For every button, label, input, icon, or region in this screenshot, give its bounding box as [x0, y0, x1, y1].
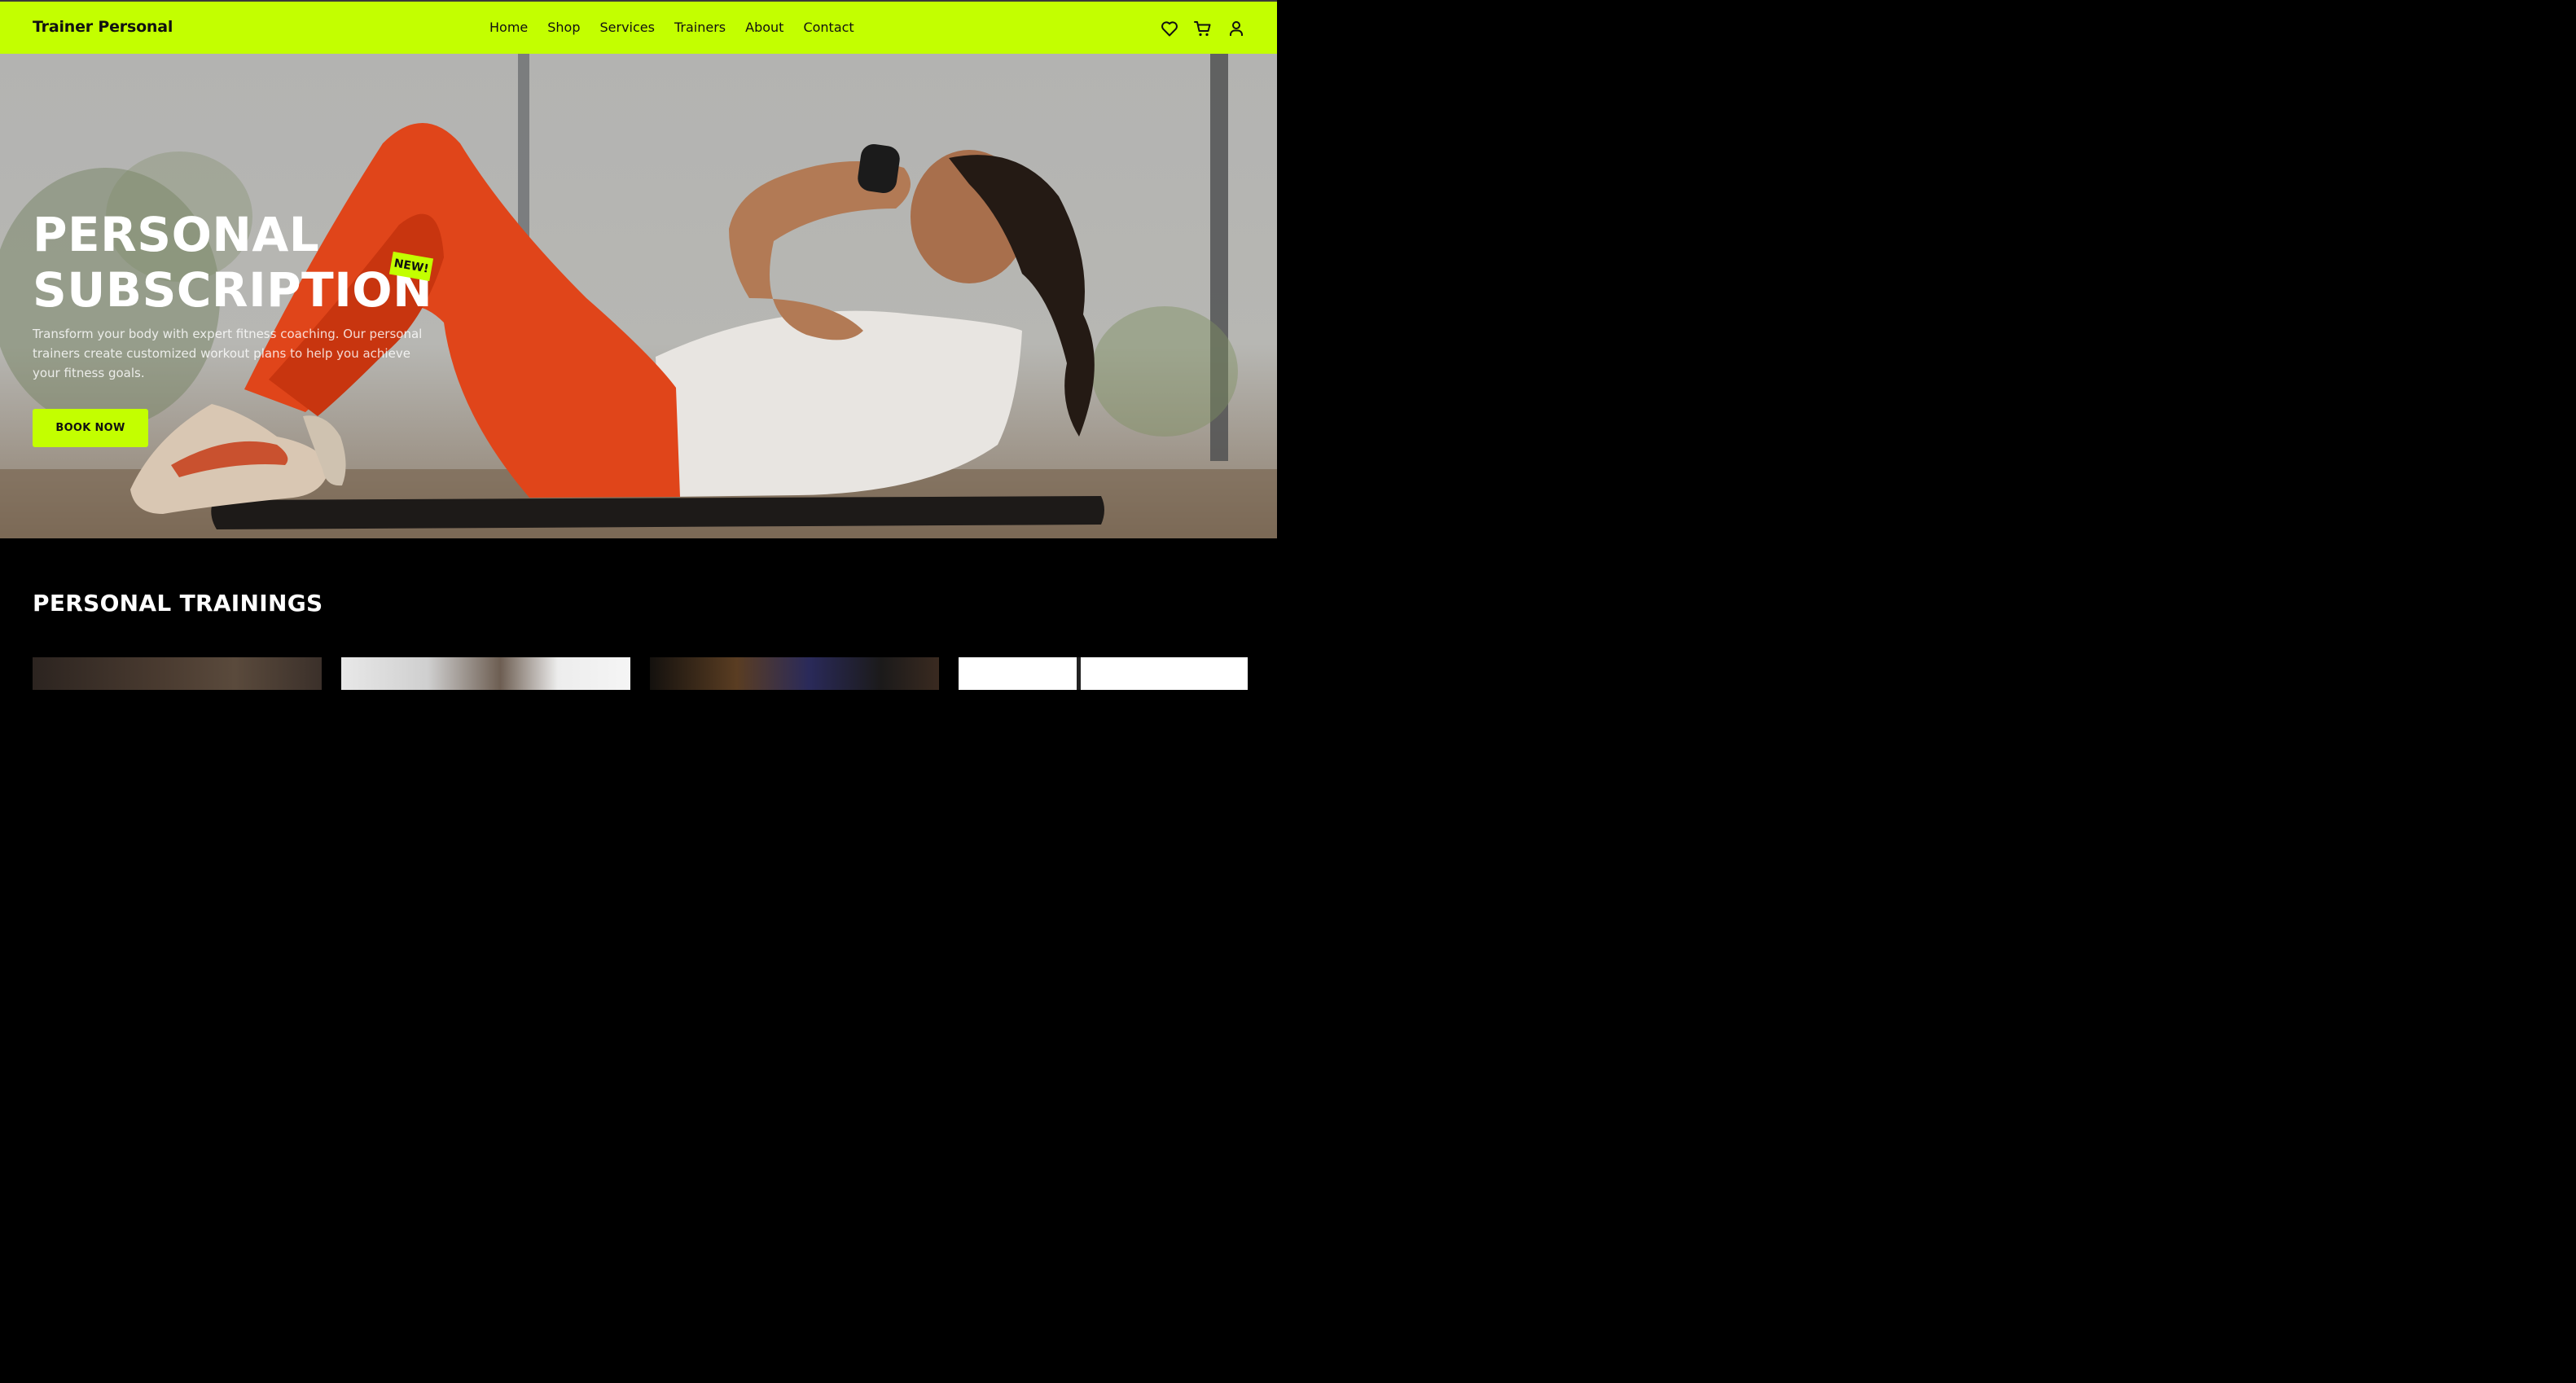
trainings-grid	[33, 657, 1248, 690]
training-card-image[interactable]	[33, 657, 322, 690]
nav-about[interactable]: About	[745, 20, 783, 35]
hero-description: Transform your body with expert fitness …	[33, 327, 423, 380]
nav-contact[interactable]: Contact	[803, 20, 854, 35]
hero-title-line2: SUBSCRIPTION	[33, 262, 433, 318]
header-actions	[1160, 18, 1246, 39]
site-header: Trainer Personal Home Shop Services Trai…	[0, 0, 1277, 54]
brand-logo[interactable]: Trainer Personal	[33, 18, 173, 36]
heart-icon[interactable]	[1160, 18, 1179, 39]
user-icon[interactable]	[1227, 18, 1246, 39]
main-nav: Home Shop Services Trainers About Contac…	[489, 20, 874, 35]
nav-shop[interactable]: Shop	[547, 20, 580, 35]
nav-home[interactable]: Home	[489, 20, 528, 35]
hero-title: PERSONAL SUBSCRIPTION	[33, 207, 432, 318]
hero-title-line1: PERSONAL	[33, 207, 320, 262]
nav-services[interactable]: Services	[600, 20, 655, 35]
book-now-button[interactable]: BOOK NOW	[33, 409, 148, 447]
training-card-image[interactable]	[650, 657, 939, 690]
hero-section: PERSONAL SUBSCRIPTION NEW! Transform you…	[0, 54, 1277, 538]
nav-trainers[interactable]: Trainers	[674, 20, 726, 35]
cart-icon[interactable]	[1193, 18, 1213, 39]
training-card-image[interactable]	[959, 657, 1248, 690]
training-card-image[interactable]	[341, 657, 630, 690]
trainings-title: PERSONAL TRAININGS	[33, 590, 323, 617]
